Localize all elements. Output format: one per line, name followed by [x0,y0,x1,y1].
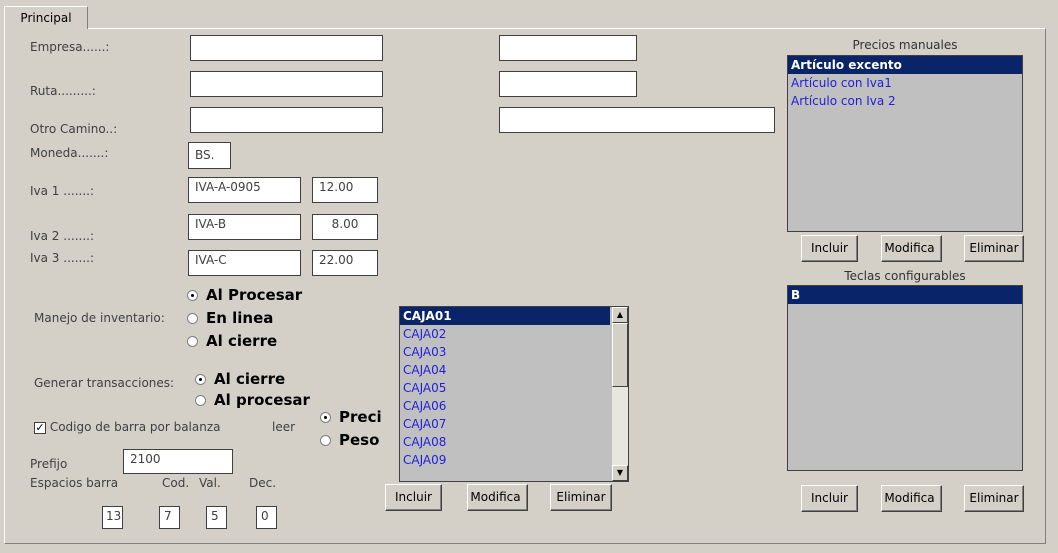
scroll-thumb[interactable] [612,323,628,387]
transacciones-option-label: Al procesar [214,391,310,409]
radio-selected-icon [187,290,198,301]
radio-selected-icon [195,374,206,385]
inventario-option-label: En linea [206,309,274,327]
inventario-option-procesar[interactable]: Al Procesar [187,286,302,304]
barcode-checkbox[interactable]: ✓ Codigo de barra por balanza [34,420,221,434]
scroll-down-icon[interactable]: ▼ [612,465,628,481]
precios-modifica-button[interactable]: Modifica [881,235,942,262]
list-item[interactable]: CAJA08 [400,433,610,451]
transacciones-option-cierre[interactable]: Al cierre [195,370,285,388]
empresa-label: Empresa......: [30,40,110,54]
tab-principal[interactable]: Principal [4,6,88,29]
iva1-label: Iva 1 .......: [30,184,95,198]
list-item[interactable]: CAJA05 [400,379,610,397]
iva1-rate-field[interactable]: 12.00 [312,177,378,203]
iva2-code-field[interactable]: IVA-B [188,214,301,240]
iva1-code-field[interactable]: IVA-A-0905 [188,177,301,203]
leer-option-label: Peso [339,431,380,449]
iva2-rate-field[interactable]: 8.00 [312,214,378,240]
list-item[interactable]: Artículo excento [788,56,1022,74]
teclas-title: Teclas configurables [844,269,966,283]
otro-camino-label: Otro Camino..: [30,122,118,136]
list-item[interactable]: B [788,286,1022,304]
dec-field[interactable]: 0 [256,506,277,529]
cajas-modifica-button[interactable]: Modifica [467,484,528,511]
leer-option-label: Preci [339,408,382,426]
precios-title: Precios manuales [852,38,958,52]
moneda-label: Moneda.......: [30,146,109,160]
ruta-field-2[interactable] [499,71,637,97]
list-item[interactable]: CAJA03 [400,343,610,361]
precios-eliminar-button[interactable]: Eliminar [964,235,1024,262]
cod-field[interactable]: 7 [159,506,180,529]
cod-label: Cod. [162,476,190,490]
radio-icon [320,435,331,446]
cajas-incluir-button[interactable]: Incluir [385,484,442,511]
iva2-label: Iva 2 .......: [30,229,95,243]
list-item[interactable]: Artículo con Iva 2 [788,92,1022,110]
leer-label: leer [272,420,296,434]
prefijo-field[interactable]: 2100 [123,449,233,474]
dec-label: Dec. [249,476,277,490]
radio-icon [195,395,206,406]
radio-icon [187,336,198,347]
list-item[interactable]: CAJA09 [400,451,610,469]
inventario-option-linea[interactable]: En linea [187,309,273,327]
ruta-label: Ruta.........: [30,84,96,98]
empresa-field-2[interactable] [499,35,637,61]
list-item[interactable]: CAJA06 [400,397,610,415]
inventario-label: Manejo de inventario: [34,311,165,325]
espacios-label: Espacios barra [30,476,119,490]
teclas-eliminar-button[interactable]: Eliminar [964,485,1024,512]
radio-icon [187,313,198,324]
teclas-list[interactable]: B [787,285,1023,471]
cajas-eliminar-button[interactable]: Eliminar [550,484,612,511]
list-item[interactable]: Artículo con Iva1 [788,74,1022,92]
iva3-code-field[interactable]: IVA-C [188,250,301,276]
leer-option-precio[interactable]: Preci [320,408,388,426]
otro-camino-field-2[interactable] [499,107,775,133]
precios-list[interactable]: Artículo excento Artículo con Iva1 Artícul… [787,55,1023,232]
checkbox-checked-icon: ✓ [34,420,46,434]
prefijo-label: Prefijo [30,457,68,471]
inventario-option-label: Al Procesar [206,286,303,304]
inventario-option-label: Al cierre [206,332,278,350]
moneda-field[interactable]: BS. [188,142,231,169]
cajas-list[interactable]: CAJA01 CAJA02 CAJA03 CAJA04 CAJA05 CAJA06 CAJA… [399,306,629,482]
teclas-incluir-button[interactable]: Incluir [801,485,858,512]
list-item[interactable]: CAJA04 [400,361,610,379]
teclas-modifica-button[interactable]: Modifica [881,485,942,512]
iva3-label: Iva 3 .......: [30,251,95,265]
transacciones-option-label: Al cierre [214,370,286,388]
ruta-field[interactable] [190,71,383,97]
inventario-option-cierre[interactable]: Al cierre [187,332,277,350]
empresa-field[interactable] [190,35,383,61]
list-item[interactable]: CAJA01 [400,307,610,325]
transacciones-label: Generar transacciones: [34,376,175,390]
cajas-scrollbar[interactable]: ▲ ▼ [612,307,628,481]
barcode-checkbox-label: Codigo de barra por balanza [49,420,221,434]
scroll-up-icon[interactable]: ▲ [612,307,628,323]
list-item[interactable]: CAJA07 [400,415,610,433]
transacciones-option-procesar[interactable]: Al procesar [195,391,310,409]
radio-selected-icon [320,412,331,423]
espacios-barra-field[interactable]: 13 [102,506,123,529]
val-field[interactable]: 5 [206,506,227,529]
precios-incluir-button[interactable]: Incluir [801,235,858,262]
otro-camino-field[interactable] [190,107,383,133]
iva3-rate-field[interactable]: 22.00 [312,250,378,276]
list-item[interactable]: CAJA02 [400,325,610,343]
leer-option-peso[interactable]: Peso [320,431,388,449]
val-label: Val. [199,476,221,490]
